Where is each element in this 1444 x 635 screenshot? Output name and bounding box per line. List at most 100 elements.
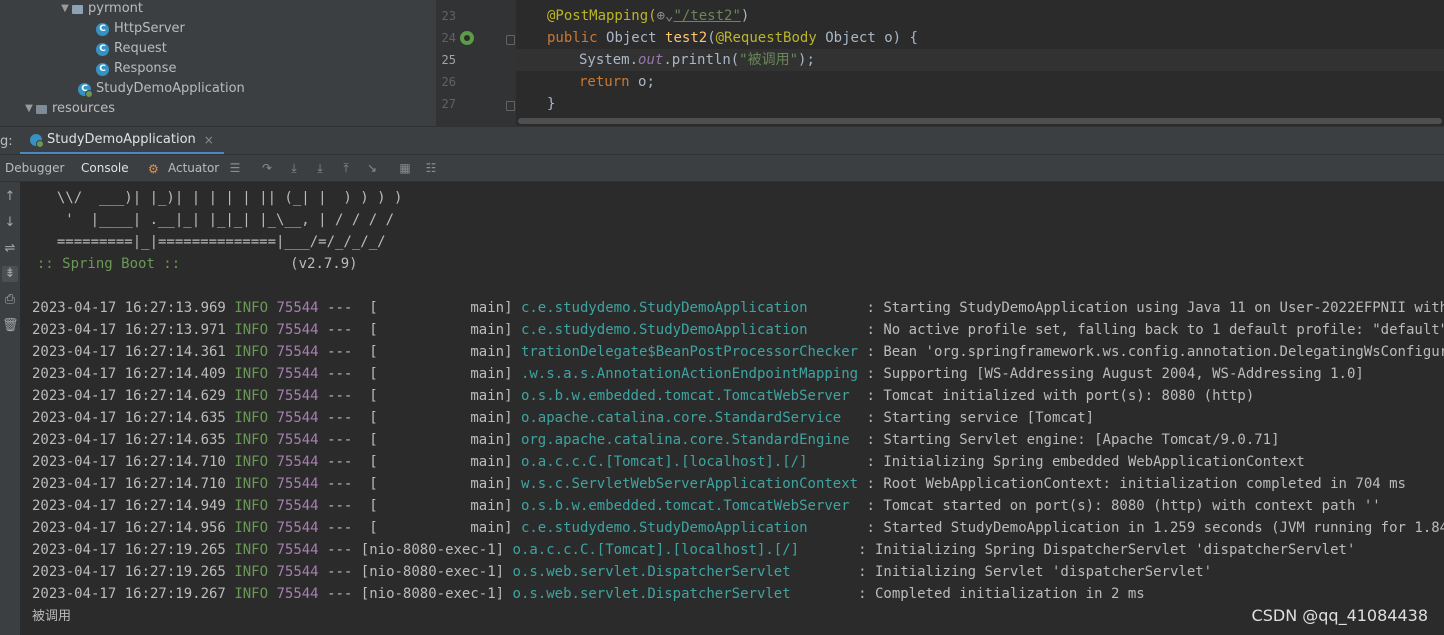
step-out-icon[interactable]: ⤒ <box>339 161 353 175</box>
log-msg: : Starting service [Tomcat] <box>858 410 1095 426</box>
log-thread: --- [ main] <box>327 498 513 514</box>
log-line: 2023-04-17 16:27:14.956 INFO 75544 --- [… <box>32 517 1444 539</box>
log-logger[interactable]: o.a.c.c.C.[Tomcat].[localhost].[/] <box>521 454 858 470</box>
tab-console[interactable]: Console <box>70 155 140 185</box>
log-msg: : Bean 'org.springframework.ws.config.an… <box>866 344 1444 360</box>
log-line: 2023-04-17 16:27:14.409 INFO 75544 --- [… <box>32 363 1364 385</box>
evaluate-icon[interactable]: ▦ <box>398 161 412 175</box>
spring-bean-gutter-icon[interactable] <box>460 31 474 45</box>
log-ts: 2023-04-17 16:27:14.629 <box>32 388 226 404</box>
log-ts: 2023-04-17 16:27:14.710 <box>32 476 226 492</box>
console-side-toolbar: ↑ ↓ ⇌ ⇟ ⎙ 🗑 <box>0 182 20 635</box>
line-number: 24 <box>441 31 456 45</box>
tree-item-pyrmont[interactable]: ▼ pyrmont <box>58 0 143 19</box>
code-line-27: } <box>547 96 556 112</box>
log-pid: 75544 <box>276 586 319 602</box>
log-ts: 2023-04-17 16:27:14.956 <box>32 520 226 536</box>
chevron-down-icon[interactable]: ▼ <box>58 0 72 19</box>
globe-icon[interactable]: ⊕⌄ <box>657 8 674 24</box>
console-output[interactable]: \\/ ___)| |_)| | | | | || (_| | ) ) ) ) … <box>20 182 1444 635</box>
log-line: 2023-04-17 16:27:14.949 INFO 75544 --- [… <box>32 495 1381 517</box>
log-ts: 2023-04-17 16:27:19.265 <box>32 542 226 558</box>
log-logger[interactable]: c.e.studydemo.StudyDemoApplication <box>521 322 858 338</box>
code-line-26: return o; <box>579 74 655 90</box>
log-msg: : Started StudyDemoApplication in 1.259 … <box>858 520 1444 536</box>
log-logger[interactable]: o.s.b.w.embedded.tomcat.TomcatWebServer <box>521 388 858 404</box>
log-pid: 75544 <box>276 322 319 338</box>
tab-actuator[interactable]: Actuator <box>168 155 219 182</box>
log-logger[interactable]: o.s.b.w.embedded.tomcat.TomcatWebServer <box>521 498 858 514</box>
print-icon[interactable]: ⎙ <box>2 292 18 308</box>
log-pid: 75544 <box>276 520 319 536</box>
soft-wrap-icon[interactable]: ⇌ <box>2 241 18 257</box>
log-logger[interactable]: o.apache.catalina.core.StandardService <box>521 410 858 426</box>
log-thread: --- [ main] <box>327 344 513 360</box>
up-arrow-icon[interactable]: ↑ <box>2 189 18 205</box>
log-line: 2023-04-17 16:27:14.635 INFO 75544 --- [… <box>32 429 1280 451</box>
log-thread: --- [nio-8080-exec-1] <box>327 564 505 580</box>
log-pid: 75544 <box>276 454 319 470</box>
log-logger[interactable]: c.e.studydemo.StudyDemoApplication <box>521 520 858 536</box>
log-logger[interactable]: o.s.web.servlet.DispatcherServlet <box>513 564 850 580</box>
code-line-24: public Object test2(@RequestBody Object … <box>547 30 918 46</box>
run-tab-studydemoapplication[interactable]: StudyDemoApplication × <box>20 127 224 155</box>
log-line: 2023-04-17 16:27:14.361 INFO 75544 --- [… <box>32 341 1444 363</box>
log-pid: 75544 <box>276 410 319 426</box>
log-lv: INFO <box>234 388 269 404</box>
class-icon: C <box>96 62 109 76</box>
log-line: 2023-04-17 16:27:19.267 INFO 75544 --- [… <box>32 583 1145 605</box>
log-logger[interactable]: org.apache.catalina.core.StandardEngine <box>521 432 858 448</box>
editor-gutter: 23 24 25 26 27 <box>436 0 516 126</box>
log-ts: 2023-04-17 16:27:13.969 <box>32 300 226 316</box>
tree-item-resources[interactable]: ▼ resources <box>22 99 115 119</box>
spring-boot-version-line: :: Spring Boot :: (v2.7.9) <box>20 253 358 275</box>
log-logger[interactable]: o.a.c.c.C.[Tomcat].[localhost].[/] <box>513 542 850 558</box>
actuator-icon: ⚙ <box>148 162 159 176</box>
log-ts: 2023-04-17 16:27:14.635 <box>32 410 226 426</box>
fold-marker-icon[interactable] <box>506 101 515 111</box>
println-output: 被调用 <box>32 609 72 624</box>
log-thread: --- [ main] <box>327 388 513 404</box>
log-logger[interactable]: o.s.web.servlet.DispatcherServlet <box>513 586 850 602</box>
log-line: 2023-04-17 16:27:13.971 INFO 75544 --- [… <box>32 319 1444 341</box>
banner-line: =========|_|==============|___/=/_/_/_/ <box>40 234 386 250</box>
log-logger[interactable]: trationDelegate$BeanPostProcessorChecker <box>521 344 858 360</box>
close-icon[interactable]: × <box>204 133 214 147</box>
fold-marker-icon[interactable] <box>506 35 515 45</box>
scroll-to-end-icon[interactable]: ⇟ <box>2 266 18 282</box>
down-arrow-icon[interactable]: ↓ <box>2 215 18 231</box>
mapping-url-link[interactable]: "/test2" <box>673 8 740 24</box>
log-msg: : No active profile set, falling back to… <box>858 322 1444 338</box>
log-ts: 2023-04-17 16:27:14.949 <box>32 498 226 514</box>
code-line-23: @PostMapping(⊕⌄"/test2") <box>547 8 750 24</box>
log-msg: : Completed initialization in 2 ms <box>849 586 1145 602</box>
watermark: CSDN @qq_41084438 <box>1251 606 1428 625</box>
log-pid: 75544 <box>276 432 319 448</box>
code-line-25: System.out.println("被调用"); <box>579 52 815 68</box>
horizontal-scrollbar[interactable] <box>518 118 1442 124</box>
tree-item-response[interactable]: C Response <box>96 59 176 79</box>
log-logger[interactable]: .w.s.a.s.AnnotationActionEndpointMapping <box>521 366 858 382</box>
step-into-icon[interactable]: ⤓ <box>287 161 301 175</box>
chevron-down-icon[interactable]: ▼ <box>22 99 36 119</box>
menu-icon[interactable]: ☰ <box>228 161 242 175</box>
log-logger[interactable]: c.e.studydemo.StudyDemoApplication <box>521 300 858 316</box>
tree-item-studydemoapplication[interactable]: C StudyDemoApplication <box>78 79 245 99</box>
log-ts: 2023-04-17 16:27:14.409 <box>32 366 226 382</box>
trace-icon[interactable]: ☷ <box>424 161 438 175</box>
run-to-cursor-icon[interactable]: ↘ <box>365 161 379 175</box>
clear-all-icon[interactable]: 🗑 <box>2 318 19 334</box>
log-logger[interactable]: w.s.c.ServletWebServerApplicationContext <box>521 476 858 492</box>
code-editor[interactable]: 23 24 25 26 27 @PostMapping(⊕⌄"/test2") … <box>436 0 1444 126</box>
log-line: 2023-04-17 16:27:19.265 INFO 75544 --- [… <box>32 561 1212 583</box>
force-step-into-icon[interactable]: ⤓ <box>313 161 327 175</box>
spring-boot-version: (v2.7.9) <box>290 256 358 272</box>
log-ts: 2023-04-17 16:27:19.265 <box>32 564 226 580</box>
log-pid: 75544 <box>276 564 319 580</box>
log-msg: : Root WebApplicationContext: initializa… <box>858 476 1406 492</box>
tree-item-request[interactable]: C Request <box>96 39 167 59</box>
spring-boot-label: :: Spring Boot :: <box>20 256 181 272</box>
tab-debugger[interactable]: Debugger <box>5 155 64 182</box>
tree-item-httpserver[interactable]: C HttpServer <box>96 19 185 39</box>
step-over-icon[interactable]: ↷ <box>260 161 274 175</box>
